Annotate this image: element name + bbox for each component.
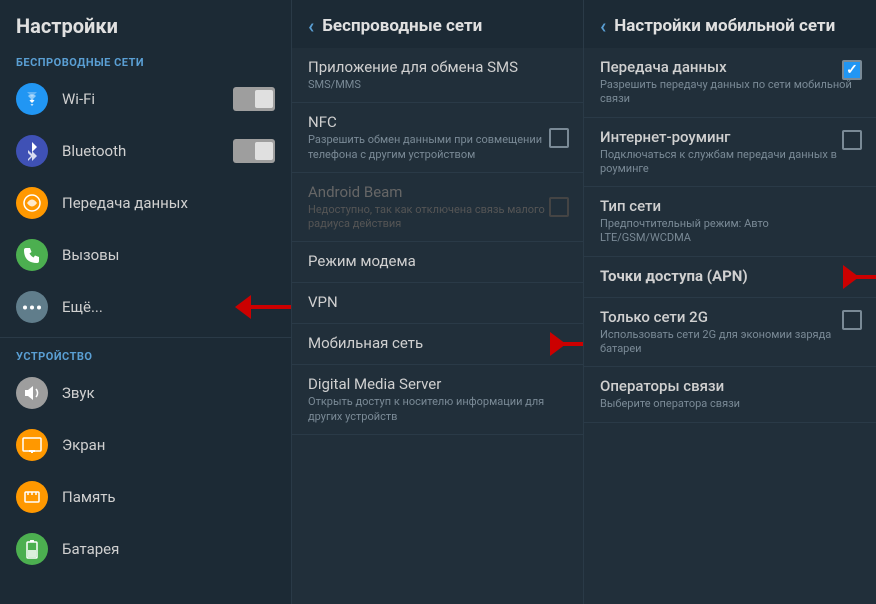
screen-icon <box>16 429 48 461</box>
more-icon <box>16 291 48 323</box>
middle-item-mobile[interactable]: Мобильная сеть <box>292 324 583 365</box>
apn-arrow <box>843 275 876 279</box>
sound-label: Звук <box>62 384 275 402</box>
middle-panel-header: ‹ Беспроводные сети <box>292 0 583 48</box>
mobile-arrow <box>550 342 584 346</box>
section-wireless-label: БЕСПРОВОДНЫЕ СЕТИ <box>0 48 291 73</box>
menu-item-bluetooth[interactable]: Bluetooth <box>0 125 291 177</box>
wifi-icon <box>16 83 48 115</box>
menu-item-memory[interactable]: Память <box>0 471 291 523</box>
middle-panel: ‹ Беспроводные сети Приложение для обмен… <box>292 0 584 604</box>
androidbeam-title: Android Beam <box>308 183 567 201</box>
nfc-checkbox[interactable] <box>549 128 569 148</box>
operators-title: Операторы связи <box>600 377 860 395</box>
left-title: Настройки <box>16 14 118 38</box>
operators-subtitle: Выберите оператора связи <box>600 397 860 411</box>
middle-item-vpn[interactable]: VPN <box>292 283 583 324</box>
right-panel-header: ‹ Настройки мобильной сети <box>584 0 876 48</box>
androidbeam-subtitle: Недоступно, так как отключена связь мало… <box>308 203 567 232</box>
wifi-toggle[interactable] <box>233 87 275 111</box>
divider-1 <box>0 337 291 338</box>
2gonly-checkbox[interactable] <box>842 310 862 330</box>
section-device-label: УСТРОЙСТВО <box>0 342 291 367</box>
right-item-apn[interactable]: Точки доступа (APN) <box>584 257 876 298</box>
datatransfer-subtitle: Разрешить передачу данных по сети мобиль… <box>600 78 860 107</box>
menu-item-data[interactable]: Передача данных <box>0 177 291 229</box>
menu-item-more[interactable]: Ещё... <box>0 281 291 333</box>
memory-icon <box>16 481 48 513</box>
menu-item-battery[interactable]: Батарея <box>0 523 291 575</box>
sms-title: Приложение для обмена SMS <box>308 58 567 76</box>
back-arrow-middle[interactable]: ‹ <box>308 14 314 38</box>
right-item-datatransfer[interactable]: Передача данных Разрешить передачу данны… <box>584 48 876 118</box>
networktype-subtitle: Предпочтительный режим: Авто LTE/GSM/WCD… <box>600 217 860 246</box>
sound-icon <box>16 377 48 409</box>
middle-item-nfc[interactable]: NFC Разрешить обмен данными при совмещен… <box>292 103 583 173</box>
middle-title: Беспроводные сети <box>322 16 482 36</box>
middle-item-sms[interactable]: Приложение для обмена SMS SMS/MMS <box>292 48 583 103</box>
right-item-operators[interactable]: Операторы связи Выберите оператора связи <box>584 367 876 422</box>
2gonly-subtitle: Использовать сети 2G для экономии заряда… <box>600 328 860 357</box>
battery-icon <box>16 533 48 565</box>
menu-item-calls[interactable]: Вызовы <box>0 229 291 281</box>
roaming-subtitle: Подключаться к службам передачи данных в… <box>600 148 860 177</box>
right-item-networktype[interactable]: Тип сети Предпочтительный режим: Авто LT… <box>584 187 876 257</box>
right-title: Настройки мобильной сети <box>614 16 835 36</box>
androidbeam-checkbox <box>549 197 569 217</box>
dms-subtitle: Открыть доступ к носителю информации для… <box>308 395 567 424</box>
middle-item-modem[interactable]: Режим модема <box>292 242 583 283</box>
nfc-subtitle: Разрешить обмен данными при совмещении т… <box>308 133 567 162</box>
calls-label: Вызовы <box>62 246 275 264</box>
roaming-title: Интернет-роуминг <box>600 128 860 146</box>
screen-label: Экран <box>62 436 275 454</box>
left-panel-header: Настройки <box>0 0 291 48</box>
bluetooth-icon <box>16 135 48 167</box>
wifi-label: Wi-Fi <box>62 90 233 108</box>
middle-item-dms[interactable]: Digital Media Server Открыть доступ к но… <box>292 365 583 435</box>
right-item-roaming[interactable]: Интернет-роуминг Подключаться к службам … <box>584 118 876 188</box>
networktype-title: Тип сети <box>600 197 860 215</box>
dms-title: Digital Media Server <box>308 375 567 393</box>
bluetooth-label: Bluetooth <box>62 142 233 160</box>
right-panel: ‹ Настройки мобильной сети Передача данн… <box>584 0 876 604</box>
memory-label: Память <box>62 488 275 506</box>
calls-icon <box>16 239 48 271</box>
data-transfer-icon <box>16 187 48 219</box>
data-label: Передача данных <box>62 194 275 212</box>
apn-title: Точки доступа (APN) <box>600 267 860 285</box>
menu-item-sound[interactable]: Звук <box>0 367 291 419</box>
right-item-2gonly[interactable]: Только сети 2G Использовать сети 2G для … <box>584 298 876 368</box>
nfc-title: NFC <box>308 113 567 131</box>
menu-item-wifi[interactable]: Wi-Fi <box>0 73 291 125</box>
middle-item-androidbeam: Android Beam Недоступно, так как отключе… <box>292 173 583 243</box>
battery-label: Батарея <box>62 540 275 558</box>
menu-item-screen[interactable]: Экран <box>0 419 291 471</box>
vpn-title: VPN <box>308 293 567 311</box>
modem-title: Режим модема <box>308 252 567 270</box>
left-panel: Настройки БЕСПРОВОДНЫЕ СЕТИ Wi-Fi Blueto… <box>0 0 292 604</box>
back-arrow-right[interactable]: ‹ <box>600 14 606 38</box>
datatransfer-title: Передача данных <box>600 58 860 76</box>
datatransfer-checkbox[interactable]: ✓ <box>842 60 862 80</box>
bluetooth-toggle[interactable] <box>233 139 275 163</box>
sms-subtitle: SMS/MMS <box>308 78 567 92</box>
more-arrow <box>241 305 292 309</box>
mobile-title: Мобильная сеть <box>308 334 567 352</box>
roaming-checkbox[interactable] <box>842 130 862 150</box>
2gonly-title: Только сети 2G <box>600 308 860 326</box>
